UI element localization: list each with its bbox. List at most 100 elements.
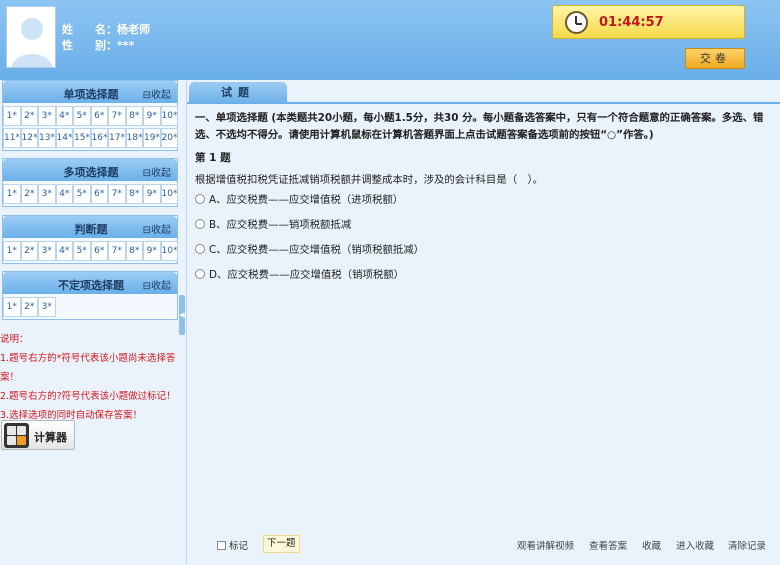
clock-icon xyxy=(565,11,588,34)
timer-box: 01:44:57 xyxy=(552,5,745,39)
collapse-toggle[interactable]: ⊟收起 xyxy=(143,164,171,179)
note-line: 说明： xyxy=(0,334,29,345)
main-content: 试题 一、单项选择题 (本类题共20小题，每小题1.5分，共30 分。每小题备选… xyxy=(186,80,780,565)
option-b[interactable]: B、应交税费——销项税额抵减 xyxy=(195,216,351,231)
enter-favorites-link[interactable]: 进入收藏 xyxy=(676,538,714,552)
question-grid: 1* 2* 3* xyxy=(3,294,177,319)
radio-button[interactable] xyxy=(195,218,205,229)
question-grid: 1* 2* 3* 4* 5* 6* 7* 8* 9* 10* 11* 12* 13* 14* 15* 16* 1… xyxy=(3,103,178,150)
gender-label: 性 别： xyxy=(62,39,117,52)
mark-label: 标记 xyxy=(229,541,249,552)
note-line: 案！ xyxy=(0,372,20,383)
option-label: C、应交税费——应交增值税（销项税额抵减） xyxy=(209,244,425,256)
option-c[interactable]: C、应交税费——应交增值税（销项税额抵减） xyxy=(195,241,424,256)
avatar xyxy=(6,6,56,68)
submit-exam-button[interactable]: 交卷 xyxy=(685,48,745,69)
question-nav-item[interactable]: 1* xyxy=(3,297,21,317)
question-nav-item[interactable]: 18* xyxy=(125,128,143,148)
section-instructions: 一、单项选择题 (本类题共20小题，每小题1.5分，共30 分。每小题备选答案中… xyxy=(195,112,764,141)
radio-button[interactable] xyxy=(195,193,205,204)
question-nav-item[interactable]: 7* xyxy=(108,106,126,126)
radio-button[interactable] xyxy=(195,268,205,279)
question-nav-item[interactable]: 1* xyxy=(3,241,21,261)
question-nav-item[interactable]: 17* xyxy=(108,128,126,148)
question-nav-item[interactable]: 8* xyxy=(125,106,143,126)
question-nav-item[interactable]: 2* xyxy=(20,184,38,204)
question-nav-item[interactable]: 13* xyxy=(38,128,56,148)
question-nav-item[interactable]: 1* xyxy=(3,106,21,126)
question-nav-item[interactable]: 5* xyxy=(73,106,91,126)
question-nav-item[interactable]: 10* xyxy=(160,106,178,126)
instructions-notes: 说明： 1.题号右方的*符号代表该小题尚未选择答 案！ 2.题号右方的?符号代表… xyxy=(0,330,182,425)
option-a[interactable]: A、应交税费——应交增值税（进项税额） xyxy=(195,191,403,206)
question-nav-item[interactable]: 10* xyxy=(160,241,178,261)
question-nav-item[interactable]: 9* xyxy=(143,241,161,261)
question-nav-item[interactable]: 2* xyxy=(20,106,38,126)
timer-text: 01:44:57 xyxy=(599,15,664,30)
question-nav-item[interactable]: 3* xyxy=(38,106,56,126)
question-nav-item[interactable]: 5* xyxy=(73,241,91,261)
sidebar: 单项选择题 ⊟收起 1* 2* 3* 4* 5* 6* 7* 8* 9* 10* 11* 12* 13*… xyxy=(0,80,185,565)
name-label: 姓 名： xyxy=(62,23,117,36)
question-nav-item[interactable]: 3* xyxy=(38,184,56,204)
question-nav-item[interactable]: 4* xyxy=(55,106,73,126)
question-nav-item[interactable]: 9* xyxy=(143,184,161,204)
question-nav-item[interactable]: 2* xyxy=(20,297,38,317)
question-nav-item[interactable]: 3* xyxy=(38,297,56,317)
question-nav-item[interactable]: 11* xyxy=(3,128,21,148)
question-nav-item[interactable]: 3* xyxy=(38,241,56,261)
collapse-toggle[interactable]: ⊟收起 xyxy=(143,277,171,292)
question-nav-item[interactable]: 15* xyxy=(73,128,91,148)
section-indefinite-choice: 不定项选择题 ⊟收起 1* 2* 3* xyxy=(2,271,178,320)
clear-records-link[interactable]: 清除记录 xyxy=(728,538,766,552)
question-nav-item[interactable]: 4* xyxy=(55,184,73,204)
favorite-link[interactable]: 收藏 xyxy=(642,538,661,552)
question-nav-item[interactable]: 12* xyxy=(20,128,38,148)
question-grid: 1* 2* 3* 4* 5* 6* 7* 8* 9* 10* xyxy=(3,238,178,263)
question-nav-item[interactable]: 6* xyxy=(90,184,108,204)
radio-button[interactable] xyxy=(195,243,205,254)
section-multiple-choice: 多项选择题 ⊟收起 1* 2* 3* 4* 5* 6* 7* 8* 9* 10* xyxy=(2,158,178,207)
watch-video-link[interactable]: 观看讲解视频 xyxy=(517,538,574,552)
option-label: A、应交税费——应交增值税（进项税额） xyxy=(209,194,404,206)
section-single-choice: 单项选择题 ⊟收起 1* 2* 3* 4* 5* 6* 7* 8* 9* 10* 11* 12* 13*… xyxy=(2,80,178,151)
question-nav-item[interactable]: 8* xyxy=(125,241,143,261)
note-line: 1.题号右方的*符号代表该小题尚未选择答 xyxy=(0,353,176,364)
gender-value: *** xyxy=(117,39,135,52)
question-nav-item[interactable]: 10* xyxy=(160,184,178,204)
section-true-false: 判断题 ⊟收起 1* 2* 3* 4* 5* 6* 7* 8* 9* 10* xyxy=(2,215,178,264)
user-info: 姓 名： 杨老师 性 别： *** xyxy=(62,22,150,54)
question-nav-item[interactable]: 2* xyxy=(20,241,38,261)
collapse-toggle[interactable]: ⊟收起 xyxy=(143,86,171,101)
question-nav-item[interactable]: 20* xyxy=(160,128,178,148)
question-nav-item[interactable]: 6* xyxy=(90,106,108,126)
option-d[interactable]: D、应交税费——应交增值税（销项税额） xyxy=(195,266,404,281)
question-nav-item[interactable]: 7* xyxy=(108,184,126,204)
option-label: D、应交税费——应交增值税（销项税额） xyxy=(209,269,405,281)
question-nav-item[interactable]: 16* xyxy=(90,128,108,148)
calculator-button[interactable]: 计算器 xyxy=(1,420,75,450)
question-text: 根据增值税扣税凭证抵减销项税额并调整成本时，涉及的会计科目是（ ）。 xyxy=(195,174,544,186)
checkbox[interactable] xyxy=(217,540,226,550)
question-nav-item[interactable]: 7* xyxy=(108,241,126,261)
next-question-button[interactable]: 下一题 xyxy=(263,535,300,553)
question-nav-item[interactable]: 4* xyxy=(55,241,73,261)
sidebar-collapse-handle[interactable]: ◀ xyxy=(179,295,185,335)
question-nav-item[interactable]: 1* xyxy=(3,184,21,204)
question-grid: 1* 2* 3* 4* 5* 6* 7* 8* 9* 10* xyxy=(3,181,178,206)
question-nav-item[interactable]: 6* xyxy=(90,241,108,261)
question-nav-item[interactable]: 5* xyxy=(73,184,91,204)
question-number: 第 1 题 xyxy=(195,152,231,164)
note-line: 2.题号右方的?符号代表该小题做过标记！ xyxy=(0,391,176,402)
question-nav-item[interactable]: 8* xyxy=(125,184,143,204)
mark-checkbox[interactable]: 标记 xyxy=(217,538,248,552)
tab-bar: 试题 xyxy=(187,80,780,104)
question-nav-item[interactable]: 14* xyxy=(55,128,73,148)
question-nav-item[interactable]: 19* xyxy=(143,128,161,148)
question-footer: 标记 下一题 观看讲解视频 查看答案 收藏 进入收藏 清除记录 xyxy=(187,535,780,555)
collapse-toggle[interactable]: ⊟收起 xyxy=(143,221,171,236)
view-answer-link[interactable]: 查看答案 xyxy=(589,538,627,552)
tab-questions[interactable]: 试题 xyxy=(189,82,287,104)
header: 姓 名： 杨老师 性 别： *** 01:44:57 交卷 xyxy=(0,0,780,80)
question-nav-item[interactable]: 9* xyxy=(143,106,161,126)
